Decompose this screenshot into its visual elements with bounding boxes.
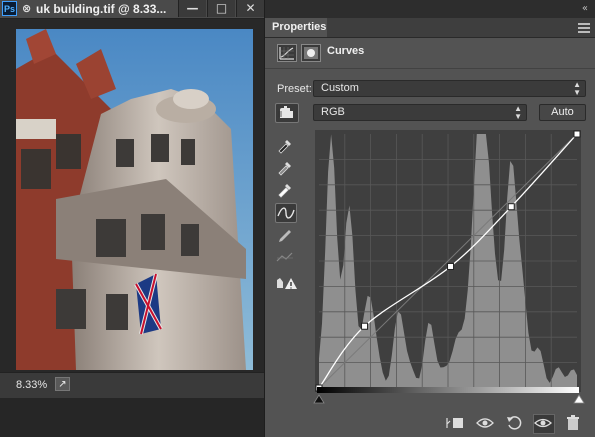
curve-control-point[interactable]	[573, 130, 581, 138]
delete-trash-icon[interactable]	[563, 414, 583, 432]
panel-menu-icon[interactable]	[578, 21, 590, 33]
properties-panel: « Properties Curves Preset: Custom ▲ ▼ RG…	[264, 0, 595, 437]
preset-value: Custom	[321, 82, 359, 94]
curves-adjustment-icon[interactable]	[277, 44, 297, 62]
layer-mask-icon[interactable]	[301, 44, 321, 62]
black-point-eyedropper-icon[interactable]	[275, 136, 297, 156]
panel-tab-bar: Properties	[265, 18, 595, 38]
black-point-slider-icon[interactable]	[313, 394, 325, 404]
channel-select[interactable]: RGB ▲ ▼	[313, 104, 527, 121]
curves-graph[interactable]	[315, 130, 581, 392]
curve-control-point[interactable]	[361, 322, 369, 330]
gray-point-eyedropper-icon[interactable]	[275, 158, 297, 178]
adjustment-title: Curves	[327, 45, 365, 57]
building-photo	[16, 29, 253, 370]
document-image[interactable]	[16, 29, 253, 370]
white-point-eyedropper-icon[interactable]	[275, 180, 297, 200]
target-adjust-tool-icon[interactable]	[275, 103, 299, 123]
maximize-button[interactable]: □	[207, 0, 235, 17]
slider-track	[313, 394, 585, 404]
edit-points-curve-icon[interactable]	[275, 203, 297, 223]
panel-dock-header: «	[265, 0, 595, 18]
document-window: Ps ⊗ uk building.tif @ 8.33... — □ ✕ 8.3…	[0, 0, 264, 437]
minimize-button[interactable]: —	[178, 0, 206, 17]
close-window-button[interactable]: ✕	[236, 0, 264, 17]
clip-to-layer-icon[interactable]	[445, 414, 465, 432]
panel-footer	[265, 410, 595, 437]
smooth-curve-icon[interactable]	[275, 249, 297, 269]
white-point-slider-icon[interactable]	[573, 394, 585, 404]
channel-value: RGB	[321, 106, 345, 118]
status-bar: 8.33% ↗	[0, 372, 264, 398]
clipping-warning-icon[interactable]	[275, 274, 297, 294]
document-tab[interactable]: Ps ⊗ uk building.tif @ 8.33... — □ ✕	[0, 0, 264, 19]
curve-control-point[interactable]	[447, 262, 455, 270]
view-previous-icon[interactable]	[475, 414, 495, 432]
photoshop-logo-icon: Ps	[2, 1, 17, 16]
select-arrows-icon: ▲ ▼	[573, 80, 581, 97]
document-title: uk building.tif @ 8.33...	[36, 2, 167, 16]
share-icon[interactable]: ↗	[55, 377, 70, 391]
draw-pencil-icon[interactable]	[275, 227, 297, 247]
workspace-background	[0, 398, 264, 437]
zoom-level[interactable]: 8.33%	[16, 379, 47, 391]
reset-icon[interactable]	[505, 414, 525, 432]
collapse-panel-icon[interactable]: «	[582, 3, 588, 14]
visibility-eye-icon[interactable]	[533, 414, 555, 434]
select-arrows-icon: ▲ ▼	[514, 104, 522, 121]
auto-button[interactable]: Auto	[539, 104, 586, 121]
close-document-icon[interactable]: ⊗	[22, 1, 31, 17]
preset-select[interactable]: Custom ▲ ▼	[313, 80, 586, 97]
preset-label: Preset:	[277, 83, 312, 95]
tab-properties[interactable]: Properties	[265, 18, 327, 37]
curve-control-point[interactable]	[507, 203, 515, 211]
adjustment-header: Curves	[265, 40, 595, 69]
